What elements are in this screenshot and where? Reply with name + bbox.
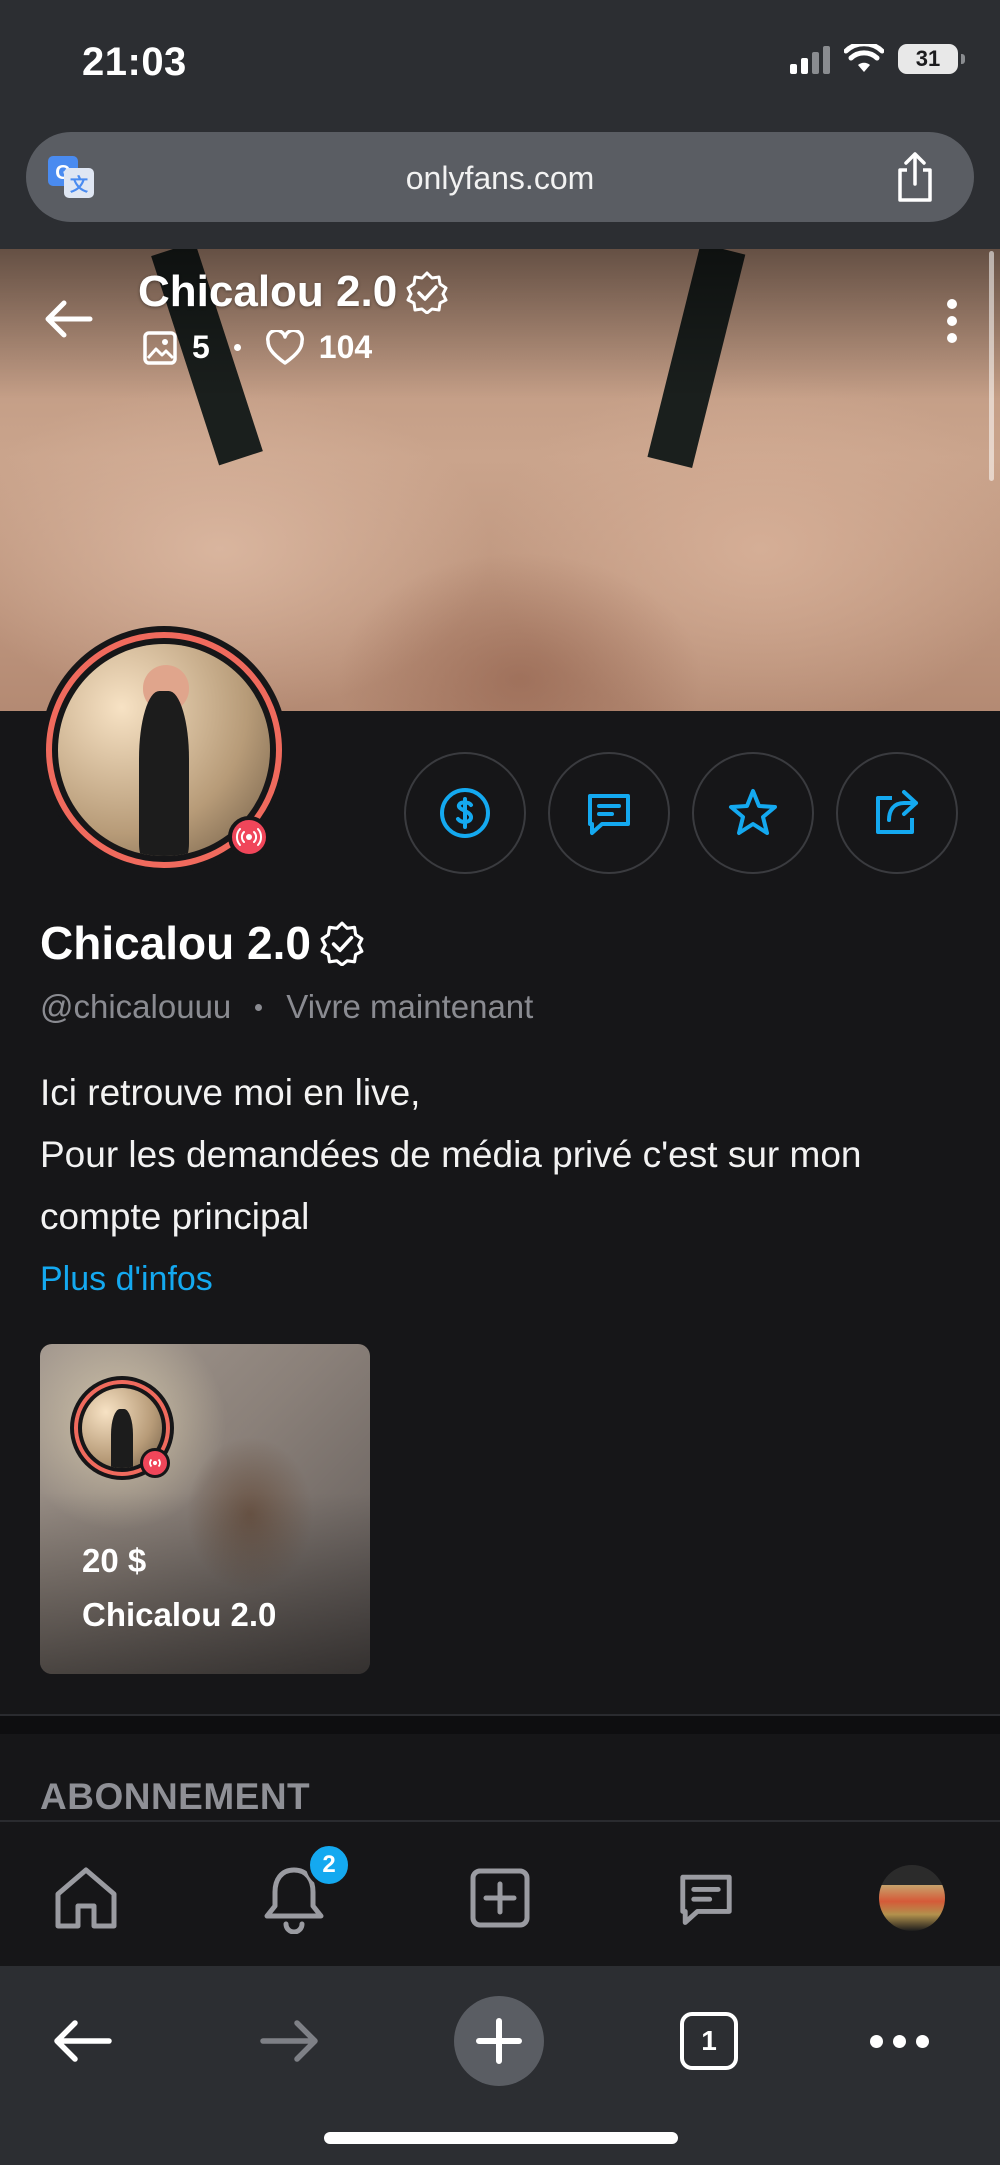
status-icons: 31	[790, 44, 965, 74]
tabs-button[interactable]: 1	[664, 1996, 754, 2086]
forward-icon	[260, 2020, 318, 2062]
verified-icon	[320, 921, 364, 966]
live-stream-card[interactable]: 20 $ Chicalou 2.0	[40, 1344, 370, 1674]
section-divider	[0, 1714, 1000, 1734]
back-arrow-icon[interactable]	[40, 291, 96, 347]
new-tab-button[interactable]	[454, 1996, 544, 2086]
separator-dot	[255, 1003, 263, 1011]
live-icon	[140, 1448, 170, 1478]
image-icon	[143, 330, 177, 365]
share-icon[interactable]	[892, 150, 938, 204]
status-bar: 21:03 31	[0, 0, 1000, 124]
browser-back-button[interactable]	[36, 1996, 126, 2086]
browser-forward-button[interactable]	[246, 1996, 336, 2086]
tab-messages[interactable]	[668, 1860, 744, 1936]
cover-profile-name: Chicalou 2.0	[138, 267, 449, 317]
heart-icon	[265, 329, 304, 365]
status-time: 21:03	[82, 40, 187, 84]
tip-button[interactable]	[404, 752, 526, 874]
message-button[interactable]	[548, 752, 670, 874]
share-profile-button[interactable]	[836, 752, 958, 874]
cellular-signal-icon	[790, 44, 830, 74]
home-indicator[interactable]	[324, 2132, 678, 2144]
more-info-link[interactable]: Plus d'infos	[40, 1260, 213, 1299]
browser-top-bar: G 文 onlyfans.com	[0, 124, 1000, 249]
notification-badge: 2	[306, 1842, 352, 1888]
address-bar[interactable]: G 文 onlyfans.com	[26, 132, 974, 222]
media-count: 5	[192, 329, 210, 365]
tab-profile[interactable]	[874, 1860, 950, 1936]
wifi-icon	[844, 44, 884, 72]
profile-name: Chicalou 2.0	[40, 916, 365, 970]
more-vertical-icon[interactable]	[946, 299, 958, 343]
cover-name-text: Chicalou 2.0	[138, 267, 398, 316]
favorite-button[interactable]	[692, 752, 814, 874]
tab-add-post[interactable]	[462, 1860, 538, 1936]
profile-name-text: Chicalou 2.0	[40, 917, 311, 969]
section-title: ABONNEMENT	[40, 1776, 311, 1817]
back-icon	[54, 2020, 112, 2062]
more-icon	[869, 2034, 929, 2048]
scrollbar[interactable]	[989, 251, 994, 481]
likes-count: 104	[318, 329, 373, 365]
profile-bio: Ici retrouve moi en live, Pour les deman…	[40, 1062, 970, 1248]
profile-meta: @chicalouuu Vivre maintenant	[40, 988, 533, 1026]
battery-icon: 31	[898, 44, 965, 74]
profile-avatar	[879, 1865, 945, 1931]
profile-handle: @chicalouuu	[40, 988, 232, 1025]
card-price: 20 $	[82, 1542, 147, 1579]
bio-line: Ici retrouve moi en live,	[40, 1072, 421, 1113]
cover-stats: 5 104	[142, 329, 372, 366]
profile-actions	[404, 752, 958, 874]
tab-home[interactable]	[48, 1860, 124, 1936]
new-tab-icon	[476, 2018, 522, 2064]
message-icon	[588, 794, 630, 835]
messages-icon	[680, 1874, 732, 1925]
tabs-icon: 1	[680, 2012, 738, 2070]
verified-icon	[406, 271, 448, 314]
home-icon	[55, 1867, 117, 1929]
separator-dot	[233, 344, 241, 351]
app-tab-bar: 2	[0, 1820, 1000, 1966]
add-post-icon	[470, 1868, 530, 1928]
browser-more-button[interactable]	[854, 1996, 944, 2086]
live-icon	[228, 816, 270, 858]
bio-line: Pour les demandées de média privé c'est …	[40, 1134, 862, 1237]
dollar-icon	[440, 788, 490, 838]
star-icon	[729, 789, 777, 835]
address-url[interactable]: onlyfans.com	[26, 160, 974, 197]
profile-status: Vivre maintenant	[286, 988, 534, 1025]
card-title: Chicalou 2.0	[82, 1596, 277, 1633]
share-icon	[876, 790, 918, 834]
